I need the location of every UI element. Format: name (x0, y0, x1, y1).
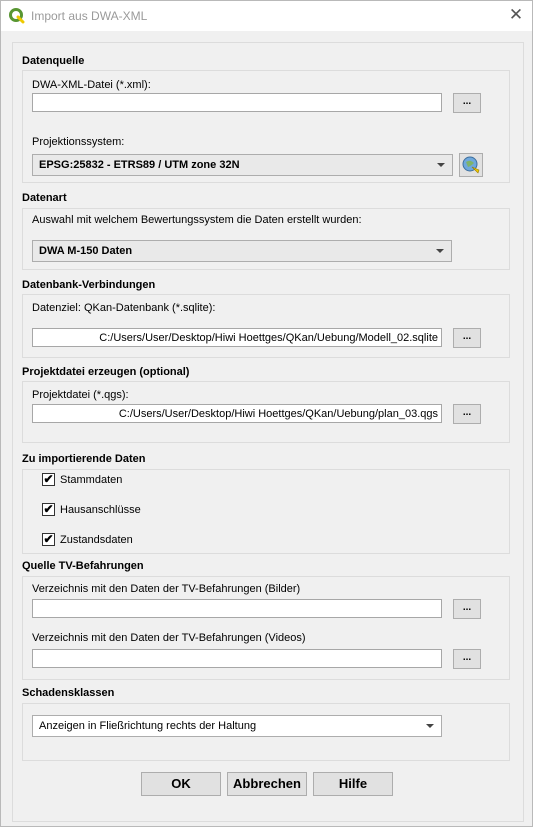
tv-images-input[interactable] (32, 599, 442, 618)
tv-videos-browse-button[interactable]: ... (453, 649, 481, 669)
section-import-data-heading: Zu importierende Daten (22, 453, 146, 465)
section-projektdatei-heading: Projektdatei erzeugen (optional) (22, 366, 190, 378)
section-datenbank-heading: Datenbank-Verbindungen (22, 279, 156, 291)
section-schadensklassen-heading: Schadensklassen (22, 687, 115, 699)
xml-file-input[interactable] (32, 93, 442, 112)
help-button[interactable]: Hilfe (313, 772, 393, 796)
checkbox-hausanschluesse-label: Hausanschlüsse (60, 504, 141, 516)
checkbox-stammdaten[interactable]: ✔ (42, 473, 55, 486)
chevron-down-icon (437, 163, 445, 167)
projection-select-value: EPSG:25832 - ETRS89 / UTM zone 32N (39, 159, 240, 171)
checkbox-stammdaten-label: Stammdaten (60, 474, 123, 486)
cancel-button[interactable]: Abbrechen (227, 772, 307, 796)
schadensklassen-select[interactable]: Anzeigen in Fließrichtung rechts der Hal… (32, 715, 442, 737)
checkbox-hausanschluesse[interactable]: ✔ (42, 503, 55, 516)
datenart-select[interactable]: DWA M-150 Daten (32, 240, 452, 262)
project-file-label: Projektdatei (*.qgs): (32, 389, 129, 401)
project-file-input[interactable] (32, 404, 442, 423)
checkbox-zustandsdaten[interactable]: ✔ (42, 533, 55, 546)
project-browse-button[interactable]: ... (453, 404, 481, 424)
section-tv-heading: Quelle TV-Befahrungen (22, 560, 144, 572)
ok-button[interactable]: OK (141, 772, 221, 796)
database-browse-button[interactable]: ... (453, 328, 481, 348)
tv-images-browse-button[interactable]: ... (453, 599, 481, 619)
window-title: Import aus DWA-XML (31, 9, 148, 23)
title-bar: Import aus DWA-XML ✕ (1, 1, 532, 31)
crs-selector-button[interactable] (459, 153, 483, 177)
tv-images-label: Verzeichnis mit den Daten der TV-Befahru… (32, 583, 301, 595)
chevron-down-icon (426, 724, 434, 728)
checkbox-zustandsdaten-label: Zustandsdaten (60, 534, 133, 546)
tv-videos-label: Verzeichnis mit den Daten der TV-Befahru… (32, 632, 306, 644)
projection-select[interactable]: EPSG:25832 - ETRS89 / UTM zone 32N (32, 154, 453, 176)
section-datenquelle-heading: Datenquelle (22, 55, 85, 67)
database-path-input[interactable] (32, 328, 442, 347)
qgis-logo-icon (9, 8, 25, 24)
schadensklassen-select-value: Anzeigen in Fließrichtung rechts der Hal… (39, 720, 257, 732)
projection-label: Projektionssystem: (32, 136, 125, 148)
chevron-down-icon (436, 249, 444, 253)
database-label: Datenziel: QKan-Datenbank (*.sqlite): (32, 302, 216, 314)
tv-videos-input[interactable] (32, 649, 442, 668)
crs-selector-icon (462, 156, 480, 174)
xml-browse-button[interactable]: ... (453, 93, 481, 113)
close-icon[interactable]: ✕ (508, 5, 524, 25)
datenart-label: Auswahl mit welchem Bewertungssystem die… (32, 214, 362, 226)
xml-file-label: DWA-XML-Datei (*.xml): (32, 79, 151, 91)
datenart-select-value: DWA M-150 Daten (39, 245, 133, 257)
section-datenart-heading: Datenart (22, 192, 67, 204)
